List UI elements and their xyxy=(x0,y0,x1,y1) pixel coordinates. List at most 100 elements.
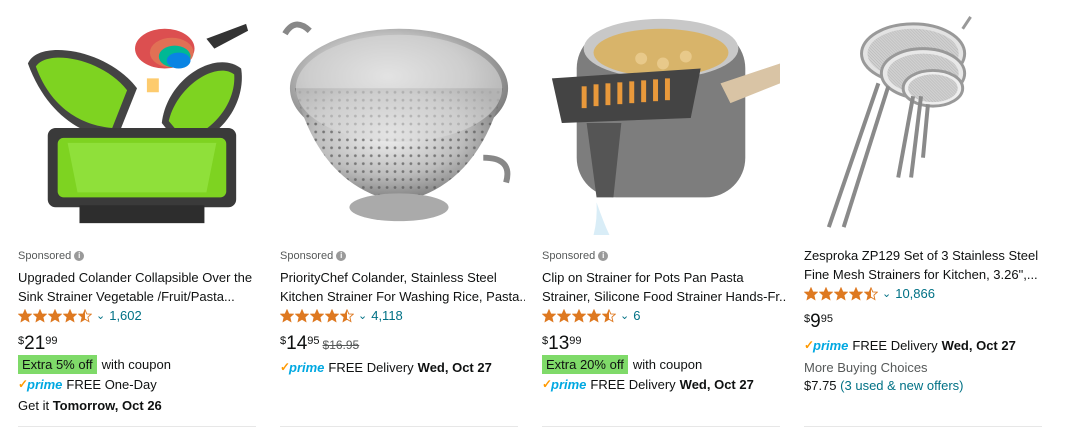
rating-row: ⌄ 4,118 xyxy=(280,308,403,323)
delivery-text: FREE One-Day xyxy=(66,377,157,392)
price[interactable]: $1495 $16.95 xyxy=(280,333,359,355)
star-icon xyxy=(542,308,556,323)
product-card[interactable]: Sponsored i Clip on Strainer for Pots Pa… xyxy=(542,0,792,430)
get-it-line: Get it Tomorrow, Oct 26 xyxy=(18,398,162,413)
chevron-down-icon[interactable]: ⌄ xyxy=(620,309,629,322)
product-image-mesh-strainers[interactable] xyxy=(804,8,1042,236)
star-icon xyxy=(849,286,863,301)
offers-link[interactable]: (3 used & new offers) xyxy=(840,378,963,393)
star-icon xyxy=(33,308,47,323)
divider xyxy=(542,426,780,427)
chevron-down-icon[interactable]: ⌄ xyxy=(96,309,105,322)
title-line: Clip on Strainer for Pots Pan Pasta xyxy=(542,270,744,285)
coupon-badge[interactable]: Extra 20% off xyxy=(542,355,628,374)
star-icon xyxy=(78,308,92,323)
price-whole: 13 xyxy=(548,333,570,354)
title-line: Fine Mesh Strainers for Kitchen, 3.26",.… xyxy=(804,267,1038,282)
product-grid: Sponsored i Upgraded Colander Collapsibl… xyxy=(0,0,1080,430)
sponsored-label: Sponsored i xyxy=(18,250,85,262)
delivery-text: FREE Delivery xyxy=(852,338,938,353)
coupon-row: Extra 20% off with coupon xyxy=(542,355,702,374)
price-fraction: 99 xyxy=(45,335,58,347)
offer-price: $7.75 xyxy=(804,378,837,393)
star-icon xyxy=(804,286,818,301)
info-icon[interactable]: i xyxy=(74,251,85,261)
title-line: Upgraded Colander Collapsible Over the xyxy=(18,270,253,285)
star-icon xyxy=(572,308,586,323)
info-icon[interactable]: i xyxy=(598,251,609,261)
star-rating[interactable] xyxy=(280,308,354,323)
prime-logo: prime xyxy=(542,377,586,392)
price-fraction: 95 xyxy=(307,335,320,347)
sponsored-label: Sponsored i xyxy=(280,250,347,262)
product-title-link[interactable]: Upgraded Colander Collapsible Over the S… xyxy=(18,268,263,306)
sponsored-label: Sponsored i xyxy=(542,250,609,262)
prime-delivery: prime FREE Delivery Wed, Oct 27 xyxy=(280,360,492,375)
star-icon xyxy=(340,308,354,323)
price-fraction: 99 xyxy=(569,335,582,347)
star-icon xyxy=(48,308,62,323)
delivery-date: Wed, Oct 27 xyxy=(679,377,754,392)
coupon-text: with coupon xyxy=(632,357,703,372)
prime-delivery: prime FREE Delivery Wed, Oct 27 xyxy=(542,377,754,392)
product-card[interactable]: Sponsored i PriorityChef Colander, Stain… xyxy=(280,0,530,430)
star-icon xyxy=(864,286,878,301)
sponsored-text: Sponsored xyxy=(542,250,596,262)
info-icon[interactable]: i xyxy=(336,251,347,261)
star-icon xyxy=(295,308,309,323)
title-line: PriorityChef Colander, Stainless Steel xyxy=(280,270,497,285)
delivery-date: Wed, Oct 27 xyxy=(417,360,492,375)
star-rating[interactable] xyxy=(18,308,92,323)
product-title-link[interactable]: PriorityChef Colander, Stainless Steel K… xyxy=(280,268,525,306)
coupon-row: Extra 5% off with coupon xyxy=(18,355,171,374)
more-buying-choices: More Buying Choices xyxy=(804,360,928,375)
delivery-date: Wed, Oct 27 xyxy=(941,338,1016,353)
review-count-link[interactable]: 4,118 xyxy=(371,308,403,323)
price-whole: 21 xyxy=(24,333,46,354)
title-line: Kitchen Strainer For Washing Rice, Pasta… xyxy=(280,289,525,304)
coupon-badge[interactable]: Extra 5% off xyxy=(18,355,97,374)
star-icon xyxy=(63,308,77,323)
list-price: $16.95 xyxy=(322,338,360,352)
chevron-down-icon[interactable]: ⌄ xyxy=(882,287,891,300)
offer-line: $7.75 (3 used & new offers) xyxy=(804,378,964,393)
price-symbol: $ xyxy=(18,335,25,347)
sponsored-text: Sponsored xyxy=(18,250,72,262)
review-count-link[interactable]: 1,602 xyxy=(109,308,142,323)
delivery-text: FREE Delivery xyxy=(328,360,414,375)
star-icon xyxy=(819,286,833,301)
rating-row: ⌄ 10,866 xyxy=(804,286,935,301)
product-image-collapsible-colander[interactable] xyxy=(18,8,256,236)
star-icon xyxy=(325,308,339,323)
price[interactable]: $995 xyxy=(804,311,833,333)
delivery-text: FREE Delivery xyxy=(590,377,676,392)
get-it-date: Tomorrow, Oct 26 xyxy=(52,398,162,413)
price-fraction: 95 xyxy=(820,313,833,325)
product-card[interactable]: Sponsored i Upgraded Colander Collapsibl… xyxy=(18,0,268,430)
title-line: Sink Strainer Vegetable /Fruit/Pasta... xyxy=(18,289,235,304)
star-rating[interactable] xyxy=(542,308,616,323)
review-count-link[interactable]: 10,866 xyxy=(895,286,935,301)
star-icon xyxy=(557,308,571,323)
star-rating[interactable] xyxy=(804,286,878,301)
product-image-clip-on-strainer[interactable] xyxy=(542,8,780,236)
prime-delivery: prime FREE One-Day xyxy=(18,377,157,392)
divider xyxy=(18,426,256,427)
price[interactable]: $1399 xyxy=(542,333,582,355)
price[interactable]: $2199 xyxy=(18,333,58,355)
star-icon xyxy=(834,286,848,301)
product-title-link[interactable]: Zesproka ZP129 Set of 3 Stainless Steel … xyxy=(804,246,1049,284)
divider xyxy=(280,426,518,427)
review-count-link[interactable]: 6 xyxy=(633,308,640,323)
prime-logo: prime xyxy=(804,338,848,353)
chevron-down-icon[interactable]: ⌄ xyxy=(358,309,367,322)
product-card[interactable]: Zesproka ZP129 Set of 3 Stainless Steel … xyxy=(804,0,1054,430)
price-whole: 14 xyxy=(286,333,308,354)
product-image-stainless-colander[interactable] xyxy=(280,8,518,236)
rating-row: ⌄ 1,602 xyxy=(18,308,142,323)
price-symbol: $ xyxy=(280,335,287,347)
divider xyxy=(804,426,1042,427)
get-it-prefix: Get it xyxy=(18,398,50,413)
product-title-link[interactable]: Clip on Strainer for Pots Pan Pasta Stra… xyxy=(542,268,787,306)
star-icon xyxy=(280,308,294,323)
